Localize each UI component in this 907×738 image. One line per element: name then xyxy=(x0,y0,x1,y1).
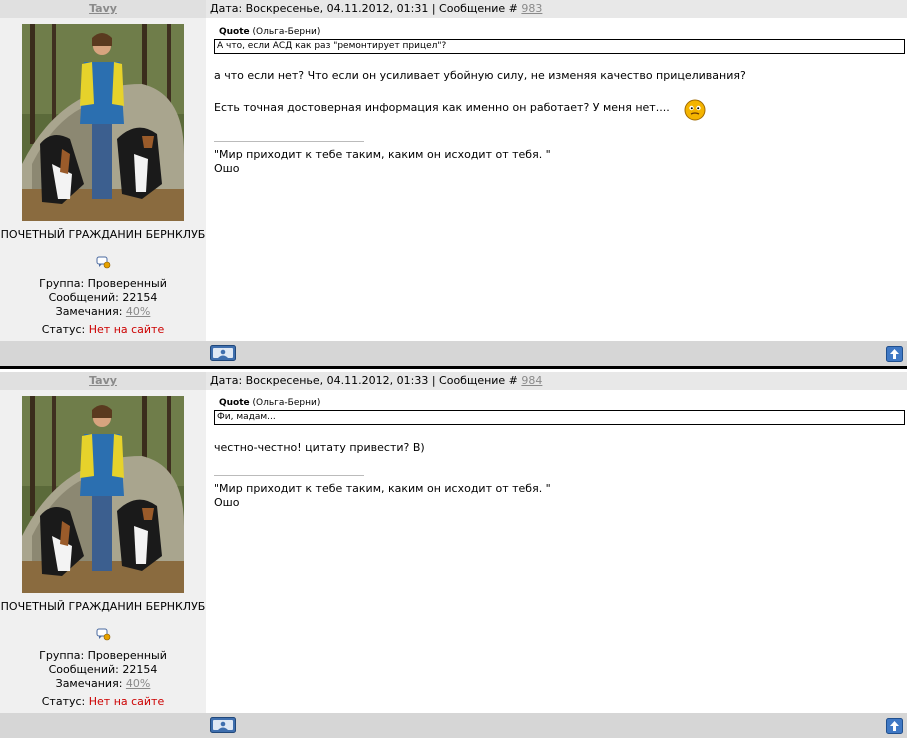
quote-author: (Ольга-Берни) xyxy=(252,398,321,408)
signature-author: Ошо xyxy=(214,162,240,175)
post-date: Дата: Воскресенье, 04.11.2012, 01:31 | С… xyxy=(210,2,518,15)
quote-text: А что, если АСД как раз "ремонтирует при… xyxy=(214,39,905,54)
quote-label: Quote xyxy=(219,398,250,408)
warnings-label: Замечания: xyxy=(55,305,123,318)
quote-header: Quote (Ольга-Берни) xyxy=(219,27,320,37)
avatar-photo xyxy=(22,24,184,221)
user-status: Статус: Нет на сайте xyxy=(0,695,206,709)
profile-button-icon[interactable] xyxy=(210,345,236,361)
signature-quote: "Мир приходит к тебе таким, каким он исх… xyxy=(214,482,551,495)
smiley-icon xyxy=(684,97,706,124)
status-label: Статус: xyxy=(41,695,86,708)
status-label: Статус: xyxy=(41,323,86,336)
warnings-link[interactable]: 40% xyxy=(126,677,150,690)
user-warnings: Замечания: 40% xyxy=(0,305,206,319)
post-date: Дата: Воскресенье, 04.11.2012, 01:33 | С… xyxy=(210,374,518,387)
post-header: Tavy Дата: Воскресенье, 04.11.2012, 01:3… xyxy=(0,0,907,18)
post-separator xyxy=(0,366,907,369)
user-rank: ПОЧЕТНЫЙ ГРАЖДАНИН БЕРНКЛУБ xyxy=(0,600,206,613)
quote-text: Фи, мадам... xyxy=(214,410,905,425)
warnings-label: Замечания: xyxy=(55,677,123,690)
author-link[interactable]: Tavy xyxy=(89,374,117,387)
post-body-line: а что если нет? Что если он усиливает уб… xyxy=(214,69,746,82)
user-messages: Сообщений: 22154 xyxy=(48,663,158,676)
post-meta: Дата: Воскресенье, 04.11.2012, 01:31 | С… xyxy=(210,0,542,18)
user-rank: ПОЧЕТНЫЙ ГРАЖДАНИН БЕРНКЛУБ xyxy=(0,228,206,241)
warnings-link[interactable]: 40% xyxy=(126,305,150,318)
status-value: Нет на сайте xyxy=(88,695,165,708)
post-meta: Дата: Воскресенье, 04.11.2012, 01:33 | С… xyxy=(210,372,542,390)
rank-icon xyxy=(96,628,112,642)
post-number-link[interactable]: 984 xyxy=(521,374,542,387)
avatar xyxy=(22,24,184,221)
post-content: Quote (Ольга-Берни) А что, если АСД как … xyxy=(208,18,907,341)
post-content: Quote (Ольга-Берни) Фи, мадам... честно-… xyxy=(208,390,907,713)
quote-header: Quote (Ольга-Берни) xyxy=(219,398,320,408)
scroll-top-icon[interactable] xyxy=(886,346,903,362)
rank-icon xyxy=(96,256,112,270)
post-header: Tavy Дата: Воскресенье, 04.11.2012, 01:3… xyxy=(0,372,907,390)
post-author-cell: Tavy xyxy=(0,0,206,18)
scroll-top-icon[interactable] xyxy=(886,718,903,734)
author-sidebar: ПОЧЕТНЫЙ ГРАЖДАНИН БЕРНКЛУБ Группа: Пров… xyxy=(0,390,206,713)
quote-author: (Ольга-Берни) xyxy=(252,27,321,37)
avatar-photo xyxy=(22,396,184,593)
avatar xyxy=(22,396,184,593)
status-value: Нет на сайте xyxy=(88,323,165,336)
user-group: Группа: Проверенный xyxy=(39,277,167,290)
user-messages: Сообщений: 22154 xyxy=(48,291,158,304)
post-body-line: Есть точная достоверная информация как и… xyxy=(214,101,670,114)
user-status: Статус: Нет на сайте xyxy=(0,323,206,337)
profile-button-icon[interactable] xyxy=(210,717,236,733)
post-body-line: честно-честно! цитату привести? B) xyxy=(214,441,425,454)
post-author-cell: Tavy xyxy=(0,372,206,390)
author-link[interactable]: Tavy xyxy=(89,2,117,15)
forum-post: Tavy Дата: Воскресенье, 04.11.2012, 01:3… xyxy=(0,0,907,366)
signature-divider xyxy=(214,475,364,476)
user-warnings: Замечания: 40% xyxy=(0,677,206,691)
user-group: Группа: Проверенный xyxy=(39,649,167,662)
signature-divider xyxy=(214,141,364,142)
forum-post: Tavy Дата: Воскресенье, 04.11.2012, 01:3… xyxy=(0,372,907,738)
post-number-link[interactable]: 983 xyxy=(521,2,542,15)
post-footer xyxy=(0,341,907,366)
quote-label: Quote xyxy=(219,27,250,37)
post-footer xyxy=(0,713,907,738)
signature-author: Ошо xyxy=(214,496,240,509)
author-sidebar: ПОЧЕТНЫЙ ГРАЖДАНИН БЕРНКЛУБ Группа: Пров… xyxy=(0,18,206,341)
signature-quote: "Мир приходит к тебе таким, каким он исх… xyxy=(214,148,551,161)
